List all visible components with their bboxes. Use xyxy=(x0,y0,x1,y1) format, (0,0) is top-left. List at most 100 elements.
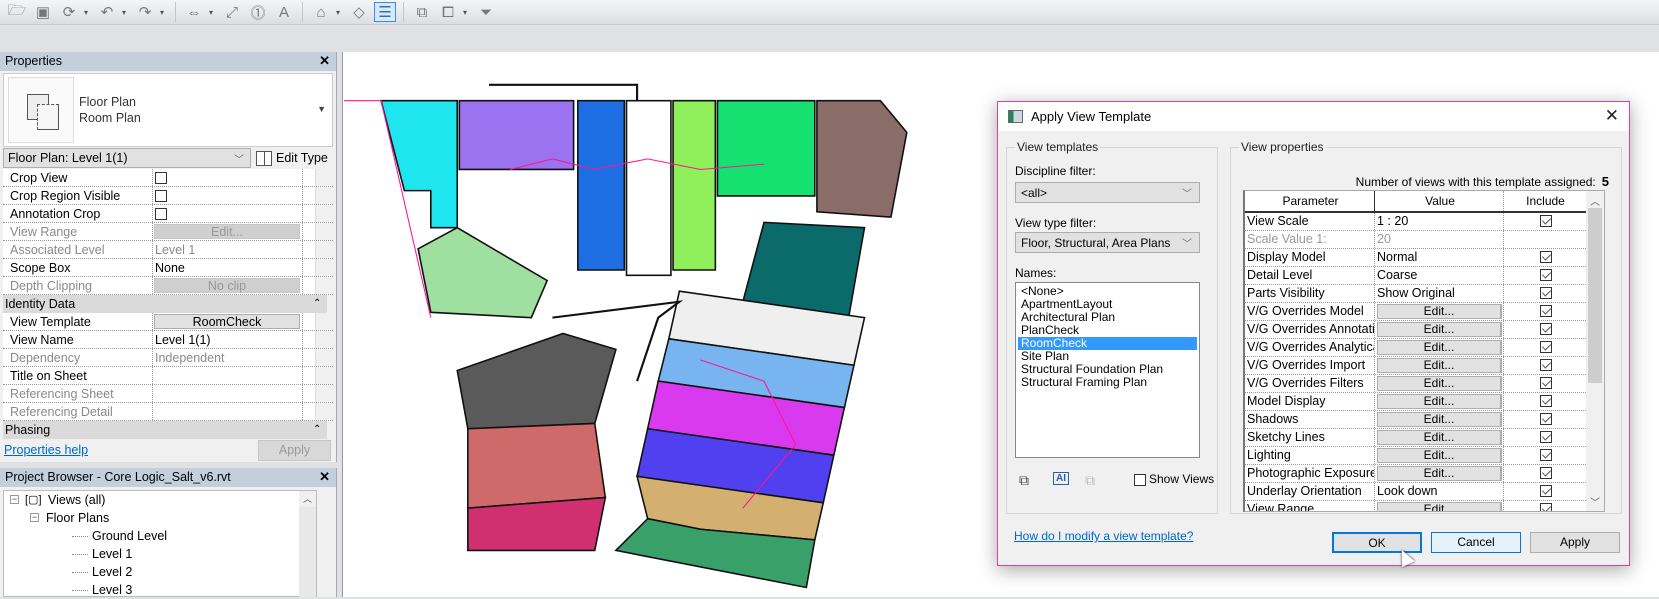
property-section[interactable]: Identity Data ⌃ xyxy=(3,295,333,313)
dropdown-icon[interactable]: ▾ xyxy=(160,8,168,17)
tree-node[interactable]: − Floor Plans xyxy=(4,509,316,527)
tree-node[interactable]: Ground Level xyxy=(4,527,316,545)
parameter-value[interactable]: Edit... xyxy=(1375,429,1504,446)
scroll-down-icon[interactable]: ﹀ xyxy=(1586,494,1604,509)
grid-scrollbar[interactable] xyxy=(327,421,333,439)
include-checkbox[interactable] xyxy=(1539,323,1552,335)
instance-filter-select[interactable]: Floor Plan: Level 1(1) ﹀ xyxy=(3,148,251,168)
tag-icon[interactable]: ⓵ xyxy=(247,2,269,22)
collapse-icon[interactable]: − xyxy=(30,513,39,522)
close-icon[interactable]: ✕ xyxy=(1605,106,1619,126)
grid-scrollbar[interactable] xyxy=(316,367,333,384)
include-checkbox[interactable] xyxy=(1539,341,1552,353)
aligned-dimension-icon[interactable]: ⤢ xyxy=(221,2,243,22)
measure-icon[interactable]: ⇔ xyxy=(183,2,205,22)
include-checkbox[interactable] xyxy=(1539,485,1552,497)
dialog-title-bar[interactable]: Apply View Template xyxy=(998,102,1629,131)
property-value-button[interactable]: RoomCheck xyxy=(154,314,300,329)
grid-scrollbar[interactable] xyxy=(316,331,333,348)
redo-icon[interactable]: ↷ xyxy=(134,2,156,22)
property-value[interactable] xyxy=(153,367,303,384)
include-checkbox[interactable] xyxy=(1539,251,1552,263)
edit-button[interactable]: Edit... xyxy=(1377,304,1502,319)
parameter-value[interactable]: Edit... xyxy=(1375,411,1504,428)
property-checkbox[interactable] xyxy=(155,208,167,220)
delete-template-icon[interactable]: ⧉ xyxy=(1085,472,1095,489)
apply-button[interactable]: Apply xyxy=(1530,532,1620,553)
view-type-filter-select[interactable]: Floor, Structural, Area Plans ﹀ xyxy=(1015,232,1200,253)
column-header-value[interactable]: Value xyxy=(1375,191,1504,211)
edit-button[interactable]: Edit... xyxy=(1377,322,1502,337)
edit-button[interactable]: Edit... xyxy=(1377,448,1502,463)
dropdown-icon[interactable]: ▾ xyxy=(336,8,344,17)
parameter-value[interactable]: Edit... xyxy=(1375,447,1504,464)
tree-node[interactable]: Level 3 xyxy=(4,581,316,599)
parameter-value[interactable]: Edit... xyxy=(1375,357,1504,374)
dropdown-icon[interactable]: ▾ xyxy=(84,8,92,17)
parameter-value[interactable]: Edit... xyxy=(1375,393,1504,410)
dropdown-icon[interactable]: ▾ xyxy=(463,8,471,17)
include-checkbox[interactable] xyxy=(1539,377,1552,389)
close-icon[interactable]: ✕ xyxy=(319,469,330,485)
include-checkbox[interactable] xyxy=(1539,395,1552,407)
include-checkbox[interactable] xyxy=(1539,359,1552,371)
include-checkbox[interactable] xyxy=(1539,269,1552,281)
collapse-section-icon[interactable]: ⌃ xyxy=(313,421,327,439)
property-value[interactable]: None xyxy=(153,259,303,276)
parameter-value[interactable]: Edit... xyxy=(1375,465,1504,482)
include-checkbox[interactable] xyxy=(1539,449,1552,461)
section-icon[interactable]: ◇ xyxy=(348,2,370,22)
properties-apply-button[interactable]: Apply xyxy=(258,440,331,461)
property-section[interactable]: Phasing ⌃ xyxy=(3,421,333,439)
grid-scrollbar[interactable] xyxy=(316,205,333,222)
include-checkbox[interactable] xyxy=(1539,413,1552,425)
dropdown-icon[interactable]: ▾ xyxy=(209,8,217,17)
tree-node[interactable]: − [▢] Views (all) xyxy=(4,491,316,509)
properties-help-link[interactable]: Properties help xyxy=(4,443,88,457)
grid-scrollbar[interactable] xyxy=(316,259,333,276)
grid-scrollbar[interactable] xyxy=(316,223,333,240)
edit-button[interactable]: Edit... xyxy=(1377,340,1502,355)
tree-node[interactable]: Level 1 xyxy=(4,545,316,563)
property-value[interactable]: RoomCheck xyxy=(153,313,303,330)
grid-scrollbar[interactable] xyxy=(327,295,333,313)
help-link[interactable]: How do I modify a view template? xyxy=(1014,529,1193,543)
parameter-value[interactable]: Edit... xyxy=(1375,375,1504,392)
grid-scrollbar[interactable] xyxy=(316,403,333,420)
tree-node[interactable]: Level 2 xyxy=(4,563,316,581)
property-value[interactable] xyxy=(153,205,303,222)
show-views-checkbox[interactable]: Show Views xyxy=(1134,472,1214,486)
edit-button[interactable]: Edit... xyxy=(1377,394,1502,409)
grid-scrollbar[interactable] xyxy=(316,349,333,366)
close-hidden-windows-icon[interactable]: ⧉ xyxy=(411,2,433,22)
customize-toolbar-icon[interactable]: ⏷ xyxy=(475,2,497,22)
grid-scrollbar[interactable] xyxy=(316,385,333,402)
grid-scrollbar[interactable] xyxy=(316,241,333,258)
template-name-item[interactable]: Structural Framing Plan xyxy=(1018,376,1197,389)
property-value[interactable] xyxy=(153,169,303,186)
property-value[interactable]: Level 1(1) xyxy=(153,331,303,348)
names-listbox[interactable]: <None> ApartmentLayout Architectural Plan P… xyxy=(1015,282,1200,458)
edit-button[interactable]: Edit... xyxy=(1377,466,1502,481)
rename-template-icon[interactable]: AI xyxy=(1053,472,1069,485)
scroll-up-icon[interactable]: ︿ xyxy=(1586,193,1604,208)
grid-scrollbar[interactable] xyxy=(316,277,333,294)
close-icon[interactable]: ✕ xyxy=(319,53,330,69)
switch-windows-icon[interactable]: ⧠ xyxy=(437,2,459,22)
cancel-button[interactable]: Cancel xyxy=(1431,532,1521,553)
include-checkbox[interactable] xyxy=(1539,467,1552,479)
collapse-section-icon[interactable]: ⌃ xyxy=(313,295,327,313)
save-icon[interactable]: ▣ xyxy=(32,2,54,22)
sync-icon[interactable]: ⟳ xyxy=(58,2,80,22)
open-icon[interactable]: 🗁 xyxy=(6,2,28,22)
parameter-value[interactable]: Edit... xyxy=(1375,339,1504,356)
column-header-parameter[interactable]: Parameter xyxy=(1245,191,1375,211)
parameter-value[interactable]: Edit... xyxy=(1375,303,1504,320)
parameter-value[interactable]: Edit... xyxy=(1375,321,1504,338)
3d-view-icon[interactable]: ⌂ xyxy=(310,2,332,22)
include-checkbox[interactable] xyxy=(1539,305,1552,317)
parameter-value[interactable]: Edit... xyxy=(1375,501,1504,511)
edit-button[interactable]: Edit... xyxy=(1377,412,1502,427)
collapse-icon[interactable]: − xyxy=(10,495,19,504)
edit-button[interactable]: Edit... xyxy=(1377,358,1502,373)
